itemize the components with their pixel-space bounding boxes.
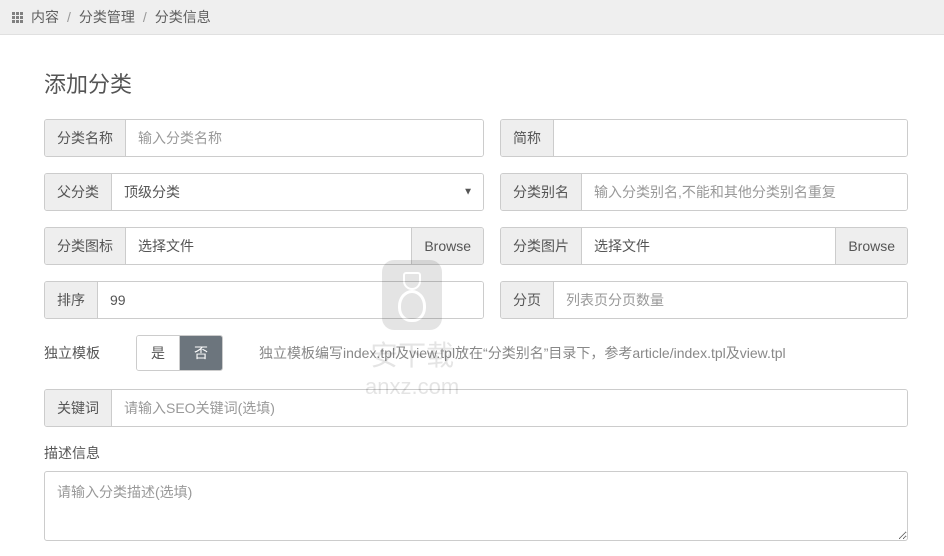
template-no-button[interactable]: 否 (179, 336, 222, 370)
short-name-group: 简称 (500, 119, 908, 157)
template-toggle: 是 否 (136, 335, 223, 371)
breadcrumb-separator: / (67, 9, 71, 25)
pagination-group: 分页 (500, 281, 908, 319)
sort-input[interactable] (98, 282, 483, 318)
breadcrumb-separator: / (143, 9, 147, 25)
keywords-label: 关键词 (45, 390, 112, 426)
category-name-input[interactable] (126, 120, 483, 156)
keywords-input[interactable] (112, 390, 907, 426)
image-label: 分类图片 (501, 228, 582, 264)
template-label: 独立模板 (44, 343, 100, 363)
grid-icon (12, 12, 23, 23)
image-browse-button[interactable]: Browse (835, 228, 907, 264)
alias-group: 分类别名 (500, 173, 908, 211)
breadcrumb-item[interactable]: 分类信息 (155, 7, 211, 27)
category-name-label: 分类名称 (45, 120, 126, 156)
description-label: 描述信息 (44, 443, 908, 463)
icon-label: 分类图标 (45, 228, 126, 264)
pagination-input[interactable] (554, 282, 907, 318)
alias-label: 分类别名 (501, 174, 582, 210)
short-name-label: 简称 (501, 120, 554, 156)
short-name-input[interactable] (554, 120, 907, 156)
breadcrumb: 内容 / 分类管理 / 分类信息 (0, 0, 944, 35)
sort-group: 排序 (44, 281, 484, 319)
breadcrumb-item[interactable]: 内容 (31, 7, 59, 27)
alias-input[interactable] (582, 174, 907, 210)
icon-group: 分类图标 选择文件 Browse (44, 227, 484, 265)
icon-browse-button[interactable]: Browse (411, 228, 483, 264)
parent-category-group: 父分类 顶级分类 ▼ (44, 173, 484, 211)
parent-category-label: 父分类 (45, 174, 112, 210)
template-yes-button[interactable]: 是 (137, 336, 179, 370)
sort-label: 排序 (45, 282, 98, 318)
category-name-group: 分类名称 (44, 119, 484, 157)
icon-file-label[interactable]: 选择文件 (126, 228, 411, 264)
breadcrumb-item[interactable]: 分类管理 (79, 7, 135, 27)
image-group: 分类图片 选择文件 Browse (500, 227, 908, 265)
keywords-group: 关键词 (44, 389, 908, 427)
parent-category-select[interactable]: 顶级分类 (112, 174, 483, 210)
template-help-text: 独立模板编写index.tpl及view.tpl放在“分类别名”目录下，参考ar… (259, 343, 786, 363)
page-title: 添加分类 (44, 67, 908, 99)
pagination-label: 分页 (501, 282, 554, 318)
image-file-label[interactable]: 选择文件 (582, 228, 835, 264)
